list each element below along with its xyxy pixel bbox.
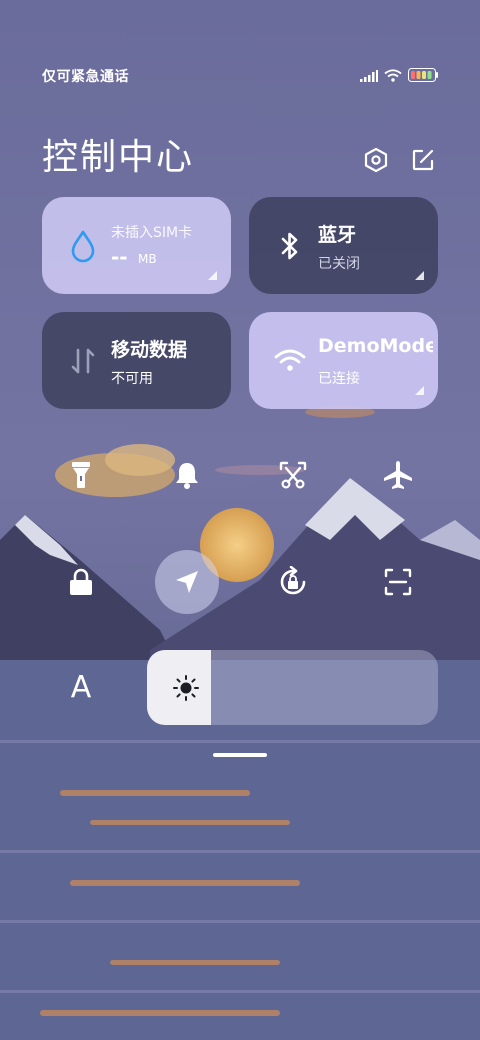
bluetooth-label: 蓝牙 — [318, 224, 357, 246]
data-usage-value: -- — [111, 245, 128, 269]
flashlight-toggle[interactable] — [49, 443, 113, 507]
expand-corner-icon — [208, 271, 217, 280]
mobile-data-tile[interactable]: 移动数据 不可用 — [42, 312, 231, 409]
sim-status-label: 未插入SIM卡 — [111, 225, 193, 241]
airplane-icon — [384, 461, 412, 489]
data-arrows-icon — [66, 344, 100, 378]
expand-corner-icon — [415, 271, 424, 280]
status-bar: 仅可紧急通话 — [42, 64, 438, 88]
mobile-data-label: 移动数据 — [111, 339, 188, 361]
font-size-label: A — [70, 669, 92, 705]
lock-toggle[interactable] — [49, 550, 113, 614]
bluetooth-status: 已关闭 — [318, 256, 360, 272]
wifi-network-name: DemoMode — [318, 335, 433, 357]
data-usage-unit: MB — [138, 252, 157, 266]
wifi-icon — [384, 67, 402, 86]
brightness-icon — [173, 675, 199, 701]
signal-icon — [360, 67, 378, 86]
settings-icon — [364, 147, 388, 173]
scan-icon — [384, 568, 412, 596]
bluetooth-icon — [273, 229, 307, 263]
dismiss-handle[interactable] — [213, 753, 267, 757]
flashlight-icon — [72, 462, 90, 488]
page-title: 控制中心 — [42, 137, 195, 178]
auto-rotate-toggle[interactable] — [261, 550, 325, 614]
wifi-icon — [273, 344, 307, 378]
carrier-text: 仅可紧急通话 — [42, 69, 129, 85]
brightness-slider[interactable] — [147, 650, 438, 725]
lock-icon — [70, 568, 92, 595]
edit-button[interactable] — [408, 145, 438, 175]
screenshot-toggle[interactable] — [261, 443, 325, 507]
bell-icon — [176, 463, 198, 489]
settings-button[interactable] — [361, 145, 391, 175]
location-toggle[interactable] — [155, 550, 219, 614]
edit-icon — [412, 149, 434, 171]
bluetooth-tile[interactable]: 蓝牙 已关闭 — [249, 197, 438, 294]
ring-toggle[interactable] — [155, 443, 219, 507]
battery-icon — [408, 67, 438, 86]
scanner-toggle[interactable] — [366, 550, 430, 614]
font-size-button[interactable]: A — [49, 655, 113, 719]
mobile-data-status: 不可用 — [111, 371, 153, 387]
expand-corner-icon — [415, 386, 424, 395]
rotate-lock-icon — [280, 566, 306, 595]
airplane-toggle[interactable] — [366, 443, 430, 507]
data-usage-tile[interactable]: 未插入SIM卡 -- MB — [42, 197, 231, 294]
scissors-icon — [279, 461, 307, 489]
location-icon — [176, 571, 198, 593]
wifi-status: 已连接 — [318, 371, 360, 387]
water-drop-icon — [66, 229, 100, 263]
wifi-tile[interactable]: DemoMode 已连接 — [249, 312, 438, 409]
